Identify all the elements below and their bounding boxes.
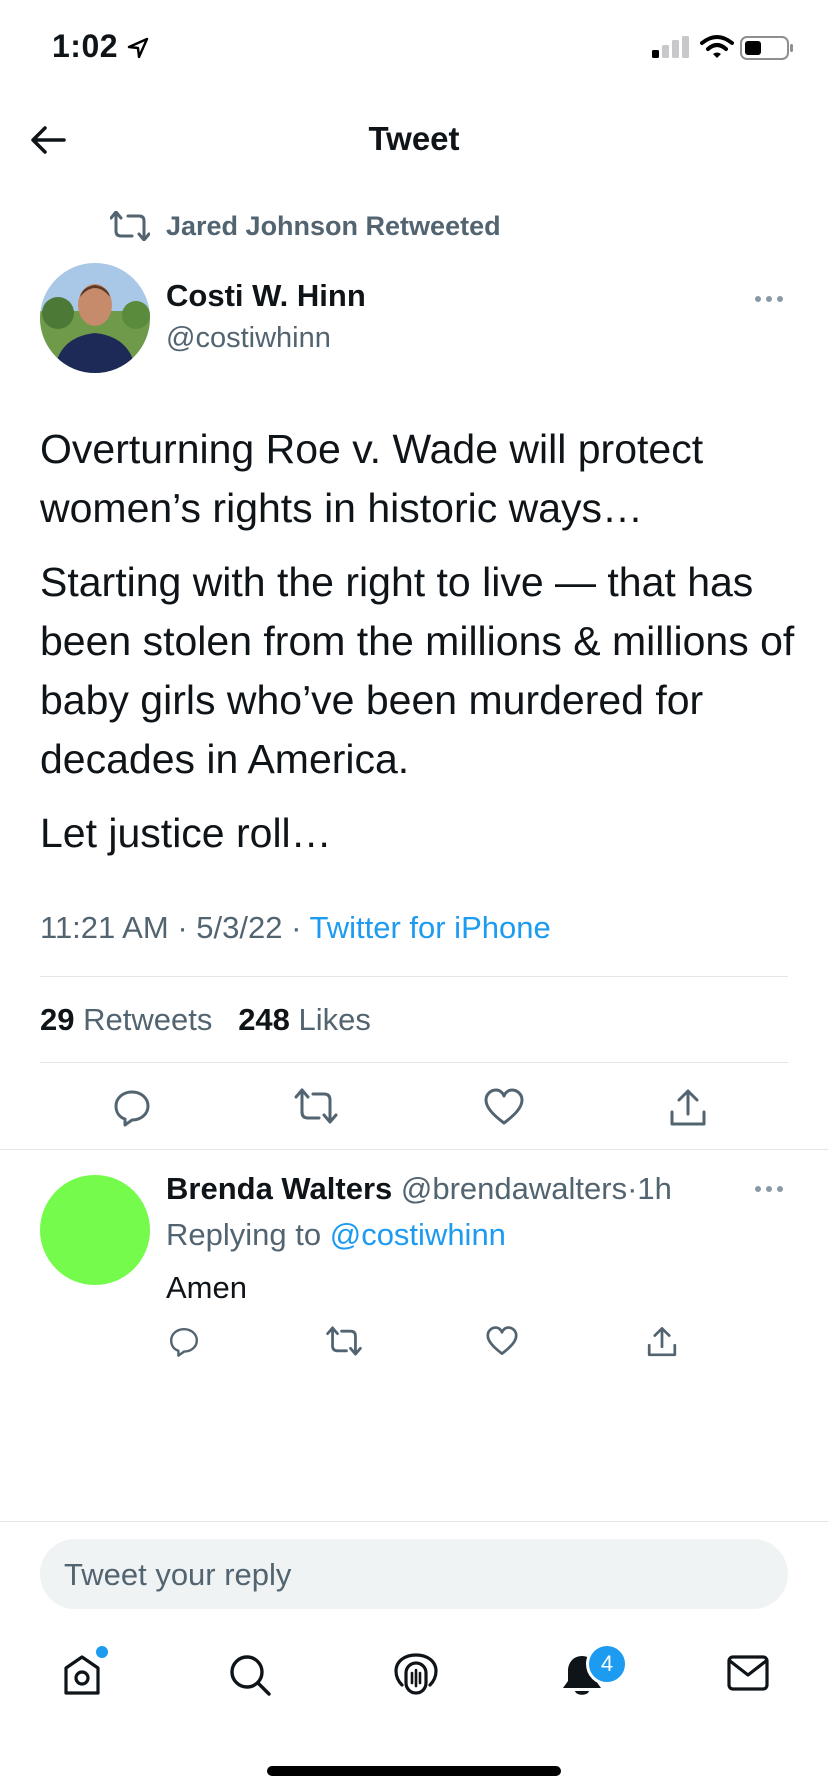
home-new-dot (94, 1644, 110, 1660)
meta-separator: · (291, 910, 302, 945)
more-options-icon[interactable] (754, 1184, 784, 1194)
share-icon[interactable] (646, 1326, 678, 1358)
author-handle[interactable]: @costiwhinn (166, 322, 331, 355)
page-title: Tweet (368, 120, 460, 157)
status-time: 1:02 (52, 28, 119, 64)
reply-header: Brenda Walters @brendawalters·1h (166, 1171, 672, 1207)
reply-time-value: 1h (637, 1171, 672, 1206)
reply-author-name[interactable]: Brenda Walters (166, 1171, 392, 1206)
tweet-time: 11:21 AM (40, 910, 169, 945)
tab-messages-envelope-icon[interactable] (726, 1653, 770, 1693)
reply-icon[interactable] (112, 1088, 152, 1128)
like-heart-icon[interactable] (486, 1326, 518, 1356)
reply-icon[interactable] (168, 1326, 200, 1358)
tab-home-icon[interactable] (60, 1653, 104, 1697)
retweet-icon (110, 211, 150, 241)
likes-count-link[interactable]: 248 Likes (238, 1002, 371, 1037)
battery-icon (740, 36, 794, 60)
retweets-label: Retweets (83, 1002, 213, 1037)
retweets-count-link[interactable]: 29 Retweets (40, 1002, 212, 1037)
tweet-meta: 11:21 AM · 5/3/22 · Twitter for iPhone (40, 910, 551, 946)
cellular-signal-icon (652, 36, 692, 58)
reply-composer-placeholder[interactable]: Tweet your reply (64, 1557, 291, 1593)
notifications-badge: 4 (586, 1643, 628, 1685)
replying-to: Replying to @costiwhinn (166, 1217, 506, 1253)
replying-to-link[interactable]: @costiwhinn (330, 1217, 506, 1252)
like-heart-icon[interactable] (484, 1088, 524, 1126)
divider (40, 1062, 788, 1063)
tweet-paragraph: Let justice roll… (40, 810, 332, 856)
engagement-counts: 29 Retweets 248 Likes (40, 1002, 371, 1038)
reply-author-avatar[interactable] (40, 1175, 150, 1285)
author-avatar[interactable] (40, 263, 150, 373)
likes-count: 248 (238, 1002, 290, 1037)
likes-label: Likes (298, 1002, 371, 1037)
tweet-source-link[interactable]: Twitter for iPhone (309, 910, 550, 945)
replying-to-prefix: Replying to (166, 1217, 322, 1252)
reply-time: ·1h (627, 1171, 672, 1206)
tab-search-icon[interactable] (228, 1653, 272, 1697)
retweet-icon[interactable] (294, 1088, 338, 1124)
retweets-count: 29 (40, 1002, 75, 1037)
reply-author-handle[interactable]: @brendawalters (401, 1171, 627, 1206)
meta-separator: · (627, 1171, 638, 1206)
home-indicator (267, 1766, 561, 1776)
divider (40, 976, 788, 977)
share-icon[interactable] (668, 1088, 708, 1128)
tweet-date: 5/3/22 (196, 910, 283, 945)
more-options-icon[interactable] (754, 294, 784, 304)
meta-separator: · (177, 910, 188, 945)
retweet-icon[interactable] (326, 1326, 362, 1356)
tab-spaces-microphone-icon[interactable] (394, 1653, 438, 1699)
divider (0, 1521, 828, 1522)
tweet-paragraph: Starting with the right to live — that h… (40, 559, 795, 782)
location-arrow-icon (126, 36, 150, 60)
tweet-text: Overturning Roe v. Wade will protect wom… (40, 420, 800, 878)
wifi-icon (700, 34, 734, 60)
reply-text: Amen (166, 1270, 247, 1305)
retweeted-by-label[interactable]: Jared Johnson Retweeted (166, 211, 501, 242)
divider (0, 1149, 828, 1150)
tweet-paragraph: Overturning Roe v. Wade will protect wom… (40, 426, 704, 531)
author-name[interactable]: Costi W. Hinn (166, 278, 366, 314)
